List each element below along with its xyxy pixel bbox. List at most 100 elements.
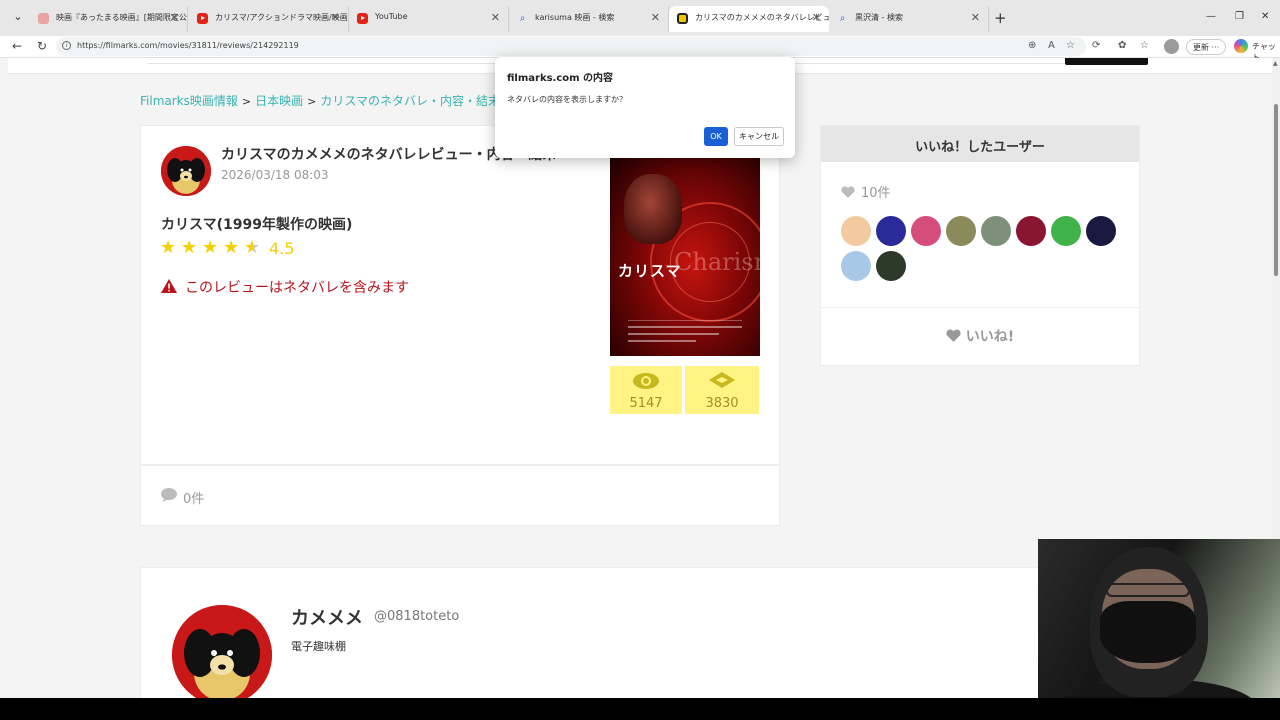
movie-poster[interactable]: Charisma カリスマ bbox=[610, 152, 760, 356]
clip-count: 3830 bbox=[705, 396, 739, 411]
address-bar[interactable]: i https://filmarks.com/movies/31811/revi… bbox=[56, 37, 1086, 56]
refresh-extension-icon[interactable]: ⟳ bbox=[1092, 40, 1100, 51]
tab-label: カリスマ/アクションドラマ映画/映画邦画 bbox=[215, 13, 349, 22]
close-icon[interactable]: ✕ bbox=[812, 11, 821, 24]
liked-user-avatar[interactable] bbox=[841, 251, 871, 281]
breadcrumb: Filmarks映画情報 > 日本映画 > カリスマのネタバレ・内容・結末 bbox=[140, 94, 500, 108]
read-aloud-icon[interactable]: A bbox=[1048, 40, 1055, 51]
profile-handle: @0818toteto bbox=[374, 609, 460, 624]
scroll-thumb[interactable] bbox=[1274, 104, 1278, 276]
dog-avatar-image bbox=[172, 605, 272, 698]
favorite-star-icon[interactable]: ☆ bbox=[1066, 40, 1075, 51]
dialog-cancel-button[interactable]: キャンセル bbox=[734, 127, 784, 146]
youtube-icon bbox=[197, 13, 208, 24]
liked-user-avatar[interactable] bbox=[911, 216, 941, 246]
breadcrumb-current[interactable]: カリスマのネタバレ・内容・結末 bbox=[320, 94, 500, 108]
poster-title-jp: カリスマ bbox=[618, 262, 682, 280]
tab-list-button[interactable]: ⌄ bbox=[8, 10, 28, 28]
site-info-icon[interactable]: i bbox=[62, 41, 71, 50]
liked-user-avatar[interactable] bbox=[841, 216, 871, 246]
reload-icon[interactable]: ↻ bbox=[37, 39, 47, 53]
tab-label: karisuma 映画 - 検索 bbox=[535, 13, 615, 22]
watched-count: 5147 bbox=[629, 396, 663, 411]
poster-credits bbox=[628, 320, 742, 346]
confirm-dialog: filmarks.com の内容 ネタバレの内容を表示しますか？ OK キャンセ… bbox=[495, 57, 795, 158]
close-icon[interactable]: ✕ bbox=[170, 11, 179, 24]
review-card: カリスマのカメメメのネタバレレビュー・内容・結末 2026/03/18 08:0… bbox=[140, 125, 780, 465]
star-icon: ★ bbox=[223, 237, 240, 258]
liked-user-avatar[interactable] bbox=[1016, 216, 1046, 246]
zoom-icon[interactable]: ⊕ bbox=[1028, 40, 1036, 51]
liked-user-avatar[interactable] bbox=[876, 216, 906, 246]
comment-icon bbox=[161, 488, 177, 502]
liked-user-avatar[interactable] bbox=[1086, 216, 1116, 246]
close-icon[interactable]: ✕ bbox=[331, 11, 340, 24]
comments-section: 0件 bbox=[140, 465, 780, 526]
extensions-icon[interactable]: ✿ bbox=[1118, 40, 1126, 51]
tab-youtube-movie-1[interactable]: 映画『あったまる映画』[期間限定公開 ✕ bbox=[30, 6, 188, 32]
rating-score: 4.5 bbox=[269, 239, 295, 258]
like-button[interactable]: いいね! bbox=[821, 326, 1139, 346]
tab-search-karisuma[interactable]: ⌕ karisuma 映画 - 検索 ✕ bbox=[509, 6, 669, 32]
face-mask bbox=[1100, 601, 1196, 663]
close-window-icon[interactable]: ✕ bbox=[1261, 11, 1269, 22]
tab-youtube[interactable]: YouTube ✕ bbox=[349, 6, 509, 32]
poster-title-en: Charisma bbox=[674, 248, 760, 276]
minimize-icon[interactable]: — bbox=[1206, 11, 1216, 22]
back-icon[interactable]: ← bbox=[12, 39, 22, 53]
movie-title[interactable]: カリスマ(1999年製作の映画) bbox=[161, 214, 352, 234]
liked-users-card: いいね！したユーザー 10件 いいね! bbox=[820, 125, 1140, 366]
liked-user-avatar[interactable] bbox=[876, 251, 906, 281]
header-button[interactable] bbox=[1065, 58, 1148, 65]
webcam-overlay bbox=[1038, 539, 1280, 720]
profile-name[interactable]: カメメメ bbox=[291, 604, 363, 630]
close-icon[interactable]: ✕ bbox=[971, 11, 980, 24]
liked-user-avatar[interactable] bbox=[981, 216, 1011, 246]
search-icon: ⌕ bbox=[519, 13, 526, 24]
tab-youtube-movie-2[interactable]: カリスマ/アクションドラマ映画/映画邦画 ✕ bbox=[189, 6, 349, 32]
review-date: 2026/03/18 08:03 bbox=[221, 168, 329, 182]
url-text[interactable]: https://filmarks.com/movies/31811/review… bbox=[77, 41, 299, 50]
copilot-icon[interactable] bbox=[1234, 39, 1248, 53]
tab-strip: ⌄ 映画『あったまる映画』[期間限定公開 ✕ カリスマ/アクションドラマ映画/映… bbox=[0, 0, 1280, 36]
warning-icon bbox=[161, 279, 177, 293]
close-icon[interactable]: ✕ bbox=[491, 11, 500, 24]
restore-icon[interactable]: ❐ bbox=[1235, 11, 1244, 22]
scroll-up-icon[interactable]: ▲ bbox=[1273, 60, 1278, 67]
liked-user-avatar[interactable] bbox=[1051, 216, 1081, 246]
star-icon: ★ bbox=[160, 237, 177, 258]
youtube-icon bbox=[357, 13, 368, 24]
tab-label: カリスマのカメメメのネタバレレビュー・内容 bbox=[695, 13, 829, 22]
half-star-icon: ★ bbox=[244, 237, 261, 258]
breadcrumb-japanese-movies[interactable]: 日本映画 bbox=[255, 94, 303, 108]
heart-icon bbox=[946, 329, 961, 342]
dialog-ok-button[interactable]: OK bbox=[704, 127, 728, 146]
likes-count: 10件 bbox=[841, 182, 891, 201]
taskbar bbox=[0, 698, 1280, 720]
reviewer-profile-card: カメメメ @0818toteto 電子趣味棚 bbox=[140, 567, 1140, 698]
clip-button[interactable]: 3830 bbox=[685, 366, 759, 414]
youtube-icon bbox=[38, 13, 49, 24]
new-tab-button[interactable]: + bbox=[994, 9, 1007, 27]
tab-search-kurosawa[interactable]: ⌕ 黒沢清 - 検索 ✕ bbox=[829, 6, 989, 32]
reviewer-avatar[interactable] bbox=[161, 146, 211, 196]
comment-count[interactable]: 0件 bbox=[183, 488, 204, 507]
spoiler-warning[interactable]: このレビューはネタバレを含みます bbox=[161, 277, 409, 297]
profile-avatar[interactable] bbox=[172, 605, 272, 698]
liked-user-avatar[interactable] bbox=[946, 216, 976, 246]
dog-avatar-image bbox=[161, 146, 211, 196]
spoiler-warning-text[interactable]: このレビューはネタバレを含みます bbox=[185, 280, 409, 296]
tab-filmarks-review[interactable]: カリスマのカメメメのネタバレレビュー・内容 ✕ bbox=[669, 6, 829, 32]
profile-icon[interactable] bbox=[1164, 39, 1179, 54]
filmarks-icon bbox=[677, 13, 688, 24]
star-icon: ★ bbox=[181, 237, 198, 258]
favorites-icon[interactable]: ☆ bbox=[1140, 40, 1149, 51]
poster-portrait bbox=[624, 174, 682, 244]
tab-label: YouTube bbox=[375, 12, 408, 21]
watched-button[interactable]: 5147 bbox=[610, 366, 682, 414]
update-button[interactable]: 更新 ··· bbox=[1186, 39, 1227, 55]
dialog-message: ネタバレの内容を表示しますか？ bbox=[507, 95, 627, 104]
breadcrumb-home[interactable]: Filmarks映画情報 bbox=[140, 94, 238, 108]
close-icon[interactable]: ✕ bbox=[651, 11, 660, 24]
profile-bio: 電子趣味棚 bbox=[291, 640, 346, 653]
